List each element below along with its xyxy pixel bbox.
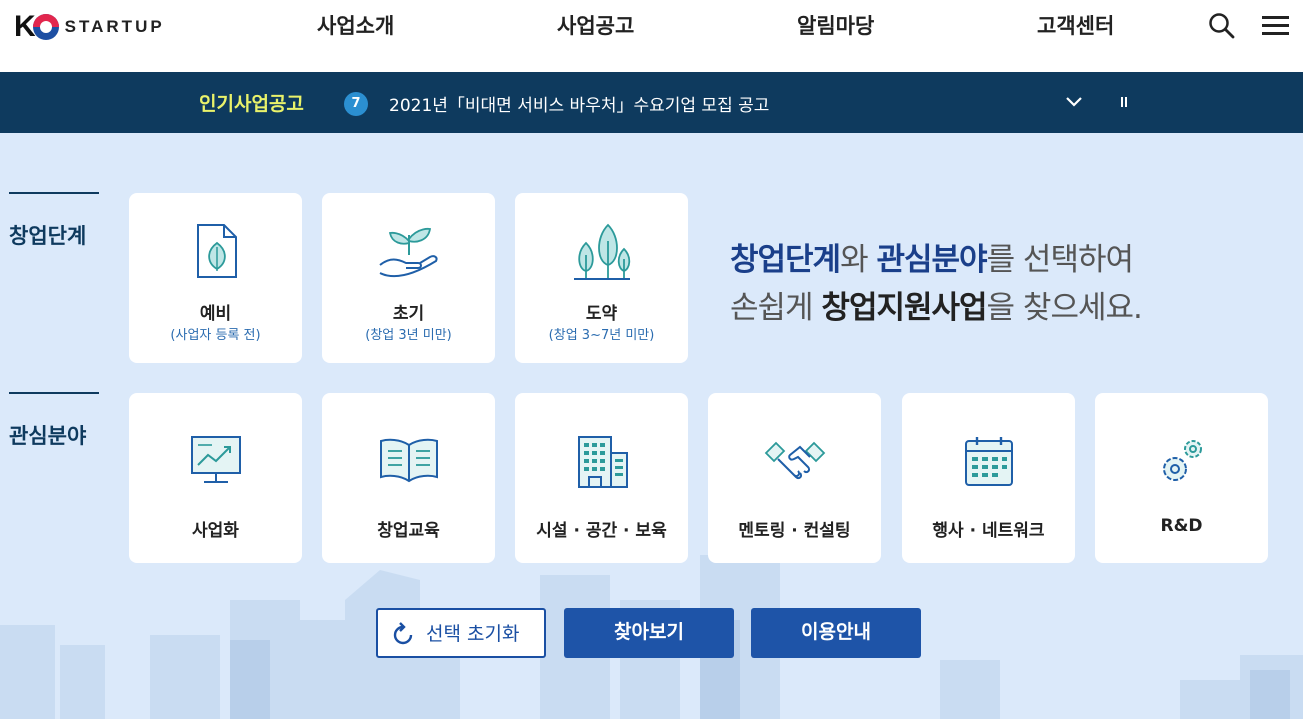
open-book-icon xyxy=(379,438,438,483)
stage-card-growth[interactable]: 도약 (창업 3~7년 미만) xyxy=(515,193,688,363)
headline-text: 를 선택하여 xyxy=(986,242,1134,278)
nav-item-announcements[interactable]: 사업공고 xyxy=(557,10,634,42)
headline-emphasis: 창업단계 xyxy=(730,242,841,278)
find-button[interactable]: 찾아보기 xyxy=(564,608,734,658)
headline-emphasis: 관심분야 xyxy=(876,242,987,278)
interest-card-title: 멘토링 · 컨설팅 xyxy=(738,521,851,541)
interest-card-title: 시설 · 공간 · 보육 xyxy=(536,521,667,541)
interest-card-commercialization[interactable]: 사업화 xyxy=(129,393,302,563)
interest-card-rnd[interactable]: R&D xyxy=(1095,393,1268,563)
stage-card-early[interactable]: 초기 (창업 3년 미만) xyxy=(322,193,495,363)
interest-section-label: 관심분야 xyxy=(9,424,87,448)
usage-guide-button[interactable]: 이용안내 xyxy=(751,608,921,658)
interest-card-title: 사업화 xyxy=(192,521,239,541)
hand-sprout-icon xyxy=(378,227,437,278)
logo-emblem-icon xyxy=(32,14,59,40)
interest-card-title: 창업교육 xyxy=(377,521,440,541)
gears-icon xyxy=(1162,440,1202,481)
popular-announcements-ticker: 인기사업공고 2021년「비대면 서비스 바우처」수요기업 모집 공고 xyxy=(0,72,1303,133)
ticker-rank-badge: 7 xyxy=(344,92,368,116)
pause-icon[interactable] xyxy=(1118,94,1130,110)
logo[interactable]: K STARTUP xyxy=(14,10,165,44)
stage-card-title: 초기 xyxy=(392,304,425,324)
interest-card-education[interactable]: 창업교육 xyxy=(322,393,495,563)
logo-text: STARTUP xyxy=(64,17,165,36)
interest-card-facilities[interactable]: 시설 · 공간 · 보육 xyxy=(515,393,688,563)
search-headline: 창업단계와 관심분야를 선택하여 손쉽게 창업지원사업을 찾으세요. xyxy=(730,236,1143,332)
reset-selection-label: 선택 초기화 xyxy=(426,623,520,645)
nav-item-about[interactable]: 사업소개 xyxy=(317,10,394,42)
stage-card-pre[interactable]: 예비 (사업자 등록 전) xyxy=(129,193,302,363)
stage-section-divider xyxy=(9,192,99,194)
stage-card-title: 예비 xyxy=(199,304,232,324)
stage-card-title: 도약 xyxy=(585,304,618,324)
building-icon xyxy=(577,436,628,488)
headline-emphasis: 창업지원사업 xyxy=(821,290,987,326)
hamburger-menu-icon[interactable] xyxy=(1262,14,1290,36)
stage-card-subtitle: (사업자 등록 전) xyxy=(170,328,261,343)
interest-card-events[interactable]: 행사 · 네트워크 xyxy=(902,393,1075,563)
headline-text: 와 xyxy=(840,242,877,278)
trees-icon xyxy=(573,223,630,280)
stage-card-subtitle: (창업 3~7년 미만) xyxy=(548,328,655,343)
ticker-announcement-link[interactable]: 2021년「비대면 서비스 바우처」수요기업 모집 공고 xyxy=(389,91,769,116)
stage-card-subtitle: (창업 3년 미만) xyxy=(365,328,452,343)
handshake-icon xyxy=(764,441,825,480)
search-icon[interactable] xyxy=(1208,12,1236,40)
headline-text: 을 찾으세요. xyxy=(986,290,1143,326)
logo-letter: K xyxy=(14,10,36,43)
interest-card-title: 행사 · 네트워크 xyxy=(932,521,1045,541)
calendar-icon xyxy=(964,437,1013,486)
headline-text: 손쉽게 xyxy=(730,290,822,326)
stage-section-label: 창업단계 xyxy=(9,224,87,248)
interest-card-title: R&D xyxy=(1160,516,1203,536)
site-header: K STARTUP 사업소개 사업공고 알림마당 고객센터 xyxy=(0,0,1303,72)
interest-card-mentoring[interactable]: 멘토링 · 컨설팅 xyxy=(708,393,881,563)
reset-selection-button[interactable]: 선택 초기화 xyxy=(376,608,546,658)
nav-item-support[interactable]: 고객센터 xyxy=(1037,10,1114,42)
nav-item-notices[interactable]: 알림마당 xyxy=(797,10,874,42)
ticker-title: 인기사업공고 xyxy=(199,93,304,115)
document-leaf-icon xyxy=(196,224,237,278)
chart-board-icon xyxy=(190,436,241,483)
interest-section-divider xyxy=(9,392,99,394)
refresh-icon xyxy=(393,622,413,645)
chevron-down-icon[interactable] xyxy=(1064,92,1084,112)
